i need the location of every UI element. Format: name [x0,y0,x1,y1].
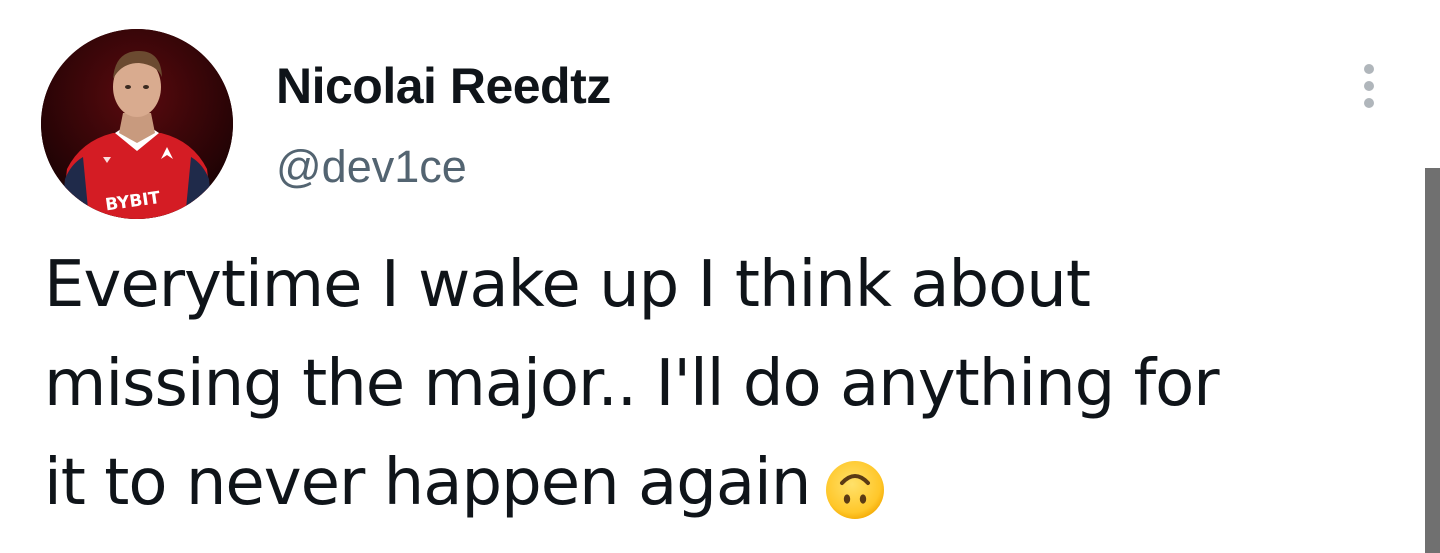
tweet-text-line: missing the major.. I'll do anything for [44,347,1220,421]
avatar-photo: BYBIT [41,29,233,219]
more-icon-dot [1364,64,1374,74]
author-username[interactable]: @dev1ce [276,139,467,195]
avatar[interactable]: BYBIT [41,29,233,219]
tweet-text: Everytime I wake up I think about missin… [44,236,1414,533]
author-display-name[interactable]: Nicolai Reedtz [276,56,611,116]
more-icon-dot [1364,98,1374,108]
tweet-text-line: it to never happen again [44,446,811,520]
more-icon[interactable] [1346,58,1392,114]
upside-down-face-icon [824,451,886,520]
tweet-text-line: Everytime I wake up I think about [44,248,1091,322]
tweet-text-line-last: it to never happen again [44,434,1414,533]
more-icon-dot [1364,81,1374,91]
tweet-card: BYBIT Nicolai Reedtz @dev1ce Everytime I… [0,0,1440,553]
scrollbar[interactable] [1425,168,1440,553]
